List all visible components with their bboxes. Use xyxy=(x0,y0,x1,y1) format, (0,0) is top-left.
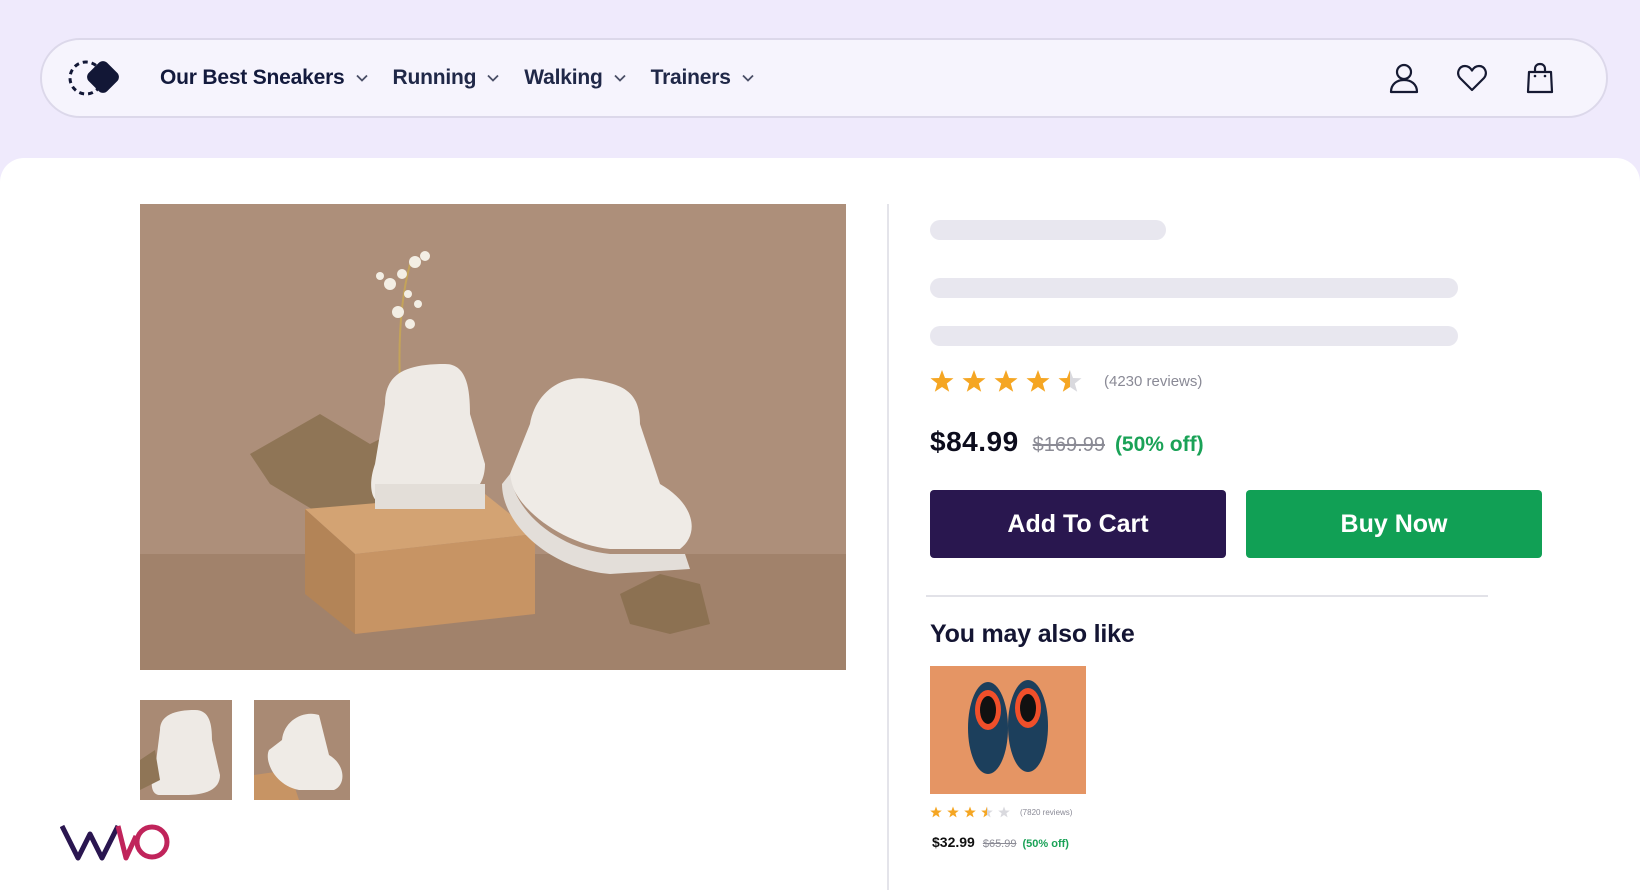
recommended-price-block: $32.99 $65.99 (50% off) xyxy=(932,834,1069,850)
recommended-product-image[interactable] xyxy=(930,666,1086,794)
add-to-cart-button[interactable]: Add To Cart xyxy=(930,490,1226,558)
recommended-price: $32.99 xyxy=(932,834,975,850)
description-skeleton-2 xyxy=(930,326,1458,346)
shopping-bag-icon[interactable] xyxy=(1524,62,1556,94)
star-rating-icon xyxy=(930,370,1082,392)
product-page: (4230 reviews) $84.99 $169.99 (50% off) … xyxy=(0,158,1640,890)
current-price: $84.99 xyxy=(930,426,1019,457)
recommended-review-count: (7820 reviews) xyxy=(1020,807,1073,817)
chevron-down-icon xyxy=(613,74,626,82)
chevron-down-icon xyxy=(355,74,368,82)
main-menu: Our Best Sneakers Running Walking Traine… xyxy=(160,40,779,116)
menu-walking[interactable]: Walking xyxy=(524,66,626,90)
chevron-down-icon xyxy=(742,74,754,82)
recommended-original-price: $65.99 xyxy=(982,838,1017,850)
recommendations-title: You may also like xyxy=(930,620,1135,648)
review-count[interactable]: (4230 reviews) xyxy=(1104,373,1202,390)
column-divider xyxy=(887,204,889,890)
nav-actions xyxy=(1352,62,1556,94)
menu-label: Trainers xyxy=(650,66,731,89)
vwo-logo-icon xyxy=(60,824,170,861)
menu-our-best-sneakers[interactable]: Our Best Sneakers xyxy=(160,66,369,90)
thumbnail-image xyxy=(140,700,232,800)
brand-logo-icon[interactable] xyxy=(68,56,124,100)
recommended-discount: (50% off) xyxy=(1022,838,1069,850)
title-skeleton xyxy=(930,220,1166,240)
thumbnail-image xyxy=(254,700,350,800)
menu-label: Walking xyxy=(524,66,603,89)
product-main-image xyxy=(140,204,846,670)
buy-now-button[interactable]: Buy Now xyxy=(1246,490,1542,558)
menu-label: Our Best Sneakers xyxy=(160,66,345,89)
original-price: $169.99 xyxy=(1032,434,1105,456)
recommended-rating: (7820 reviews) xyxy=(930,805,1072,819)
menu-trainers[interactable]: Trainers xyxy=(651,66,755,90)
blue-sneakers-photo xyxy=(930,666,1086,794)
thumbnail-2[interactable] xyxy=(254,700,350,800)
price-block: $84.99 $169.99 (50% off) xyxy=(930,426,1204,458)
top-navigation: Our Best Sneakers Running Walking Traine… xyxy=(40,38,1608,118)
user-icon[interactable] xyxy=(1388,62,1420,94)
product-rating: (4230 reviews) xyxy=(930,367,1202,395)
section-divider xyxy=(926,595,1488,597)
thumbnail-1[interactable] xyxy=(140,700,232,800)
star-rating-icon xyxy=(930,806,1010,818)
discount-badge: (50% off) xyxy=(1114,433,1204,456)
description-skeleton-1 xyxy=(930,278,1458,298)
menu-running[interactable]: Running xyxy=(393,66,501,90)
chevron-down-icon xyxy=(487,74,499,82)
heart-icon[interactable] xyxy=(1456,62,1488,94)
menu-label: Running xyxy=(392,66,477,89)
sneakers-photo-illustration xyxy=(140,204,846,670)
